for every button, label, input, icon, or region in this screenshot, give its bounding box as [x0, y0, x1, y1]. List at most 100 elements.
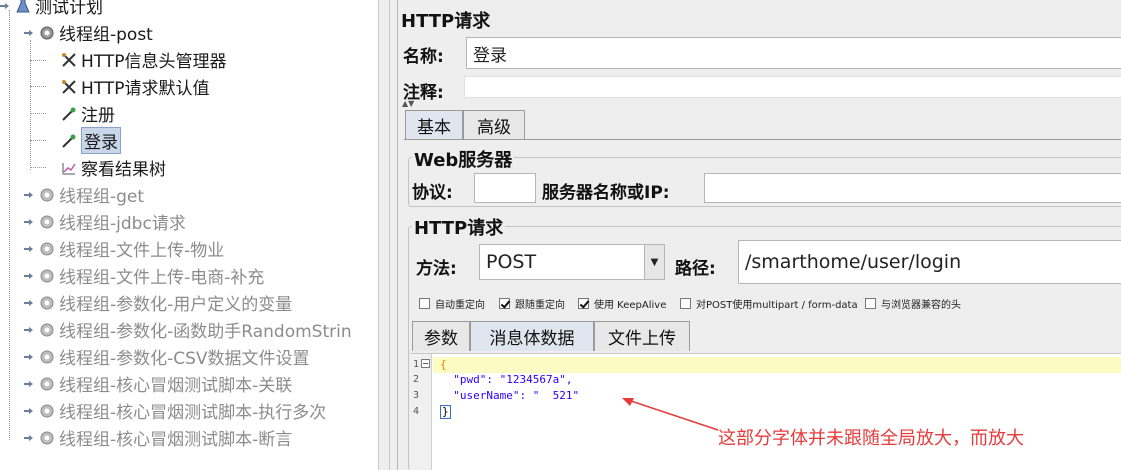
line-number: 2: [413, 374, 420, 385]
checkbox-label: 与浏览器兼容的头: [881, 300, 961, 311]
tree-node-label: 线程组-文件上传-电商-补充: [59, 268, 265, 288]
checkbox-multipart[interactable]: 对POST使用multipart / form-data: [680, 296, 858, 311]
expand-toggle-icon[interactable]: [24, 406, 34, 416]
checkbox-label: 自动重定向: [435, 300, 485, 311]
expand-toggle-icon[interactable]: [24, 298, 34, 308]
wrench-icon: [60, 78, 78, 96]
expand-toggle-icon[interactable]: [24, 271, 34, 281]
method-select[interactable]: POST ▼: [479, 244, 665, 280]
tree-node-thread-group-smoke-correlate[interactable]: 线程组-核心冒烟测试脚本-关联: [24, 370, 292, 397]
tree-root[interactable]: 测试计划: [0, 0, 103, 19]
http-request-panel: HTTP请求 名称: 登录 注释: ▲▼ 基本 高级 Web服务器 协议: 服务…: [390, 0, 1121, 470]
expand-toggle-icon[interactable]: [24, 190, 34, 200]
panel-title: HTTP请求: [401, 11, 491, 32]
code-line-1: {: [440, 358, 447, 371]
gear-icon: [38, 240, 56, 258]
gear-icon: [38, 348, 56, 366]
checkbox-box[interactable]: [419, 298, 430, 309]
tree-node-thread-group-user-vars[interactable]: 线程组-参数化-用户定义的变量: [24, 289, 292, 316]
tree-node-thread-group-upload-ecommerce[interactable]: 线程组-文件上传-电商-补充: [24, 262, 264, 289]
tab-body-data[interactable]: 消息体数据: [470, 321, 594, 351]
comment-input[interactable]: [464, 76, 1121, 98]
tree-node-header-manager[interactable]: HTTP信息头管理器: [60, 46, 227, 73]
tree-node-label: 线程组-jdbc请求: [59, 214, 186, 234]
tree-root-label: 测试计划: [35, 0, 103, 18]
protocol-label: 协议:: [412, 183, 453, 203]
tree-node-label: HTTP请求默认值: [81, 79, 210, 99]
collapse-arrows-icon[interactable]: ▲▼: [402, 99, 414, 108]
tree-node-thread-group-post[interactable]: 线程组-post: [24, 19, 153, 46]
tree-node-thread-group-random-string[interactable]: 线程组-参数化-函数助手RandomStrin: [24, 316, 352, 343]
gear-icon: [38, 24, 56, 42]
line-number: 4: [413, 406, 420, 417]
server-input[interactable]: [704, 173, 1121, 203]
chevron-down-icon[interactable]: ▼: [644, 245, 664, 279]
checkbox-label: 跟随重定向: [515, 300, 565, 311]
expand-toggle-icon[interactable]: [24, 352, 34, 362]
tree-node-label: 线程组-参数化-用户定义的变量: [59, 295, 293, 315]
tree-node-thread-group-smoke-repeat[interactable]: 线程组-核心冒烟测试脚本-执行多次: [24, 397, 326, 424]
wrench-icon: [60, 51, 78, 69]
tree-node-label: 线程组-文件上传-物业: [59, 241, 225, 261]
checkbox-keepalive[interactable]: 使用 KeepAlive: [578, 296, 666, 311]
tree-node-thread-group-csv[interactable]: 线程组-参数化-CSV数据文件设置: [24, 343, 310, 370]
tree-node-label: 线程组-核心冒烟测试脚本-关联: [59, 376, 293, 396]
tree-node-label: 察看结果树: [81, 160, 166, 180]
tree-node-register[interactable]: 注册: [60, 100, 115, 127]
tree-node-request-defaults[interactable]: HTTP请求默认值: [60, 73, 210, 100]
checkbox-follow-redirect[interactable]: 跟随重定向: [499, 296, 565, 311]
expand-toggle-icon[interactable]: [24, 325, 34, 335]
expand-toggle-icon[interactable]: [24, 433, 34, 443]
name-label: 名称:: [403, 47, 444, 67]
split-pane-divider[interactable]: [378, 0, 390, 470]
expand-toggle-icon[interactable]: [24, 379, 34, 389]
http-request-title: HTTP请求: [412, 214, 506, 240]
expand-toggle-icon[interactable]: [0, 1, 10, 11]
expand-toggle-icon[interactable]: [24, 217, 34, 227]
tree-node-login[interactable]: 登录: [60, 127, 121, 154]
checkbox-box[interactable]: [865, 298, 876, 309]
checkbox-box[interactable]: [499, 298, 510, 309]
test-plan-tree[interactable]: 测试计划 线程组-post HTTP信息头管理器 HTTP请求默认值 注册 登录: [0, 0, 378, 470]
tab-parameters[interactable]: 参数: [412, 321, 470, 351]
tree-node-result-tree[interactable]: 察看结果树: [60, 154, 166, 181]
checkbox-label: 使用 KeepAlive: [594, 300, 667, 311]
tab-basic[interactable]: 基本: [405, 110, 463, 140]
checkbox-box[interactable]: [578, 298, 589, 309]
chart-icon: [60, 159, 78, 177]
checkbox-auto-redirect[interactable]: 自动重定向: [419, 296, 485, 311]
checkbox-browser-headers[interactable]: 与浏览器兼容的头: [865, 296, 961, 311]
tree-node-thread-group-get[interactable]: 线程组-get: [24, 181, 144, 208]
tab-advanced[interactable]: 高级: [463, 110, 525, 140]
body-data-editor[interactable]: 1 − 2 3 4 { "pwd": "1234567a", "userName…: [410, 353, 1121, 470]
tree-node-label: 注册: [81, 106, 115, 126]
code-line-2: "pwd": "1234567a",: [440, 373, 573, 386]
gear-icon: [38, 321, 56, 339]
gear-icon: [38, 213, 56, 231]
current-line-highlight: [433, 357, 1121, 373]
line-number: 3: [413, 390, 420, 401]
pipette-icon: [60, 132, 78, 150]
tree-node-label: 线程组-参数化-函数助手RandomStrin: [59, 322, 352, 342]
expand-toggle-icon[interactable]: [24, 244, 34, 254]
tab-file-upload[interactable]: 文件上传: [594, 321, 690, 351]
gear-icon: [38, 375, 56, 393]
protocol-input[interactable]: [474, 173, 536, 203]
tree-node-thread-group-upload-property[interactable]: 线程组-文件上传-物业: [24, 235, 224, 262]
tree-node-thread-group-smoke-assert[interactable]: 线程组-核心冒烟测试脚本-断言: [24, 424, 292, 451]
checkbox-box[interactable]: [680, 298, 691, 309]
method-value: POST: [486, 251, 537, 273]
gear-icon: [38, 267, 56, 285]
tree-node-thread-group-jdbc[interactable]: 线程组-jdbc请求: [24, 208, 186, 235]
gear-icon: [38, 402, 56, 420]
checkbox-label: 对POST使用multipart / form-data: [696, 300, 858, 311]
web-server-title: Web服务器: [412, 146, 515, 172]
tree-node-label: 登录: [81, 127, 121, 154]
name-input[interactable]: 登录: [466, 37, 1121, 69]
fold-toggle-icon[interactable]: −: [421, 359, 430, 368]
path-label: 路径:: [675, 259, 716, 279]
path-input[interactable]: /smarthome/user/login: [738, 240, 1121, 284]
expand-toggle-icon[interactable]: [24, 28, 34, 38]
tree-node-label: 线程组-get: [59, 187, 145, 207]
gear-icon: [38, 186, 56, 204]
